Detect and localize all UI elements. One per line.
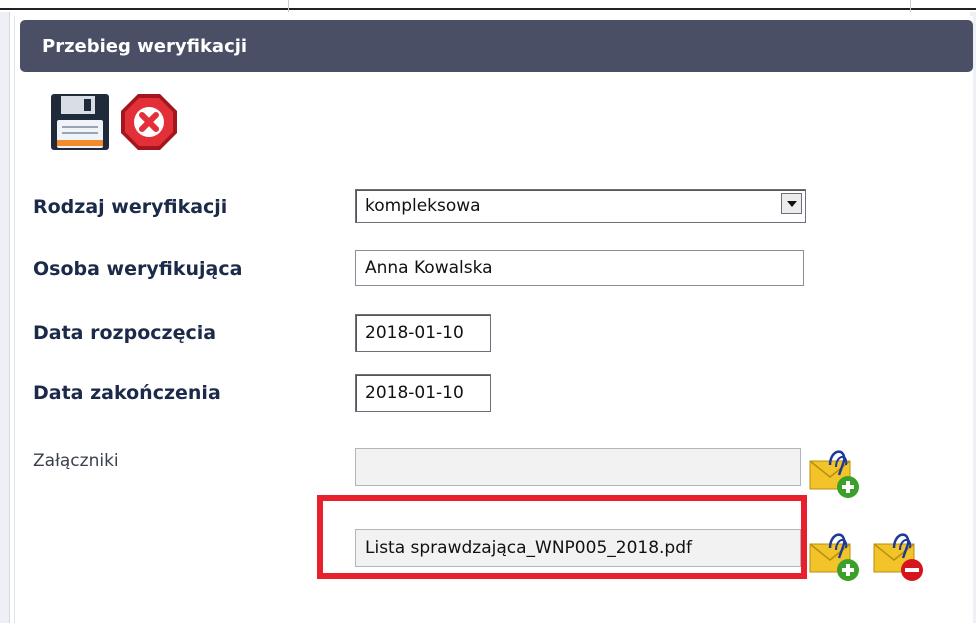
end-date-label: Data zakończenia: [33, 382, 221, 404]
background-grid-line: [288, 0, 289, 12]
verification-type-value: kompleksowa: [365, 196, 481, 216]
background-divider: [0, 8, 976, 10]
add-attachment-button[interactable]: [806, 526, 864, 584]
verifier-label: Osoba weryfikująca: [33, 258, 243, 280]
verifier-field[interactable]: Anna Kowalska: [355, 250, 804, 286]
add-attachment-button[interactable]: [806, 443, 864, 501]
envelope-add-icon: [809, 533, 859, 581]
background-app-strip: [0, 0, 976, 12]
attachment-field[interactable]: [355, 448, 801, 486]
start-date-value: 2018-01-10: [365, 323, 464, 343]
cancel-button[interactable]: [118, 91, 180, 153]
start-date-field[interactable]: 2018-01-10: [355, 314, 491, 352]
background-left-edge: [0, 12, 10, 623]
remove-attachment-button[interactable]: [870, 526, 928, 584]
background-grid-line: [910, 0, 911, 12]
end-date-field[interactable]: 2018-01-10: [355, 374, 491, 412]
verification-type-select[interactable]: kompleksowa: [355, 189, 806, 223]
chevron-down-icon[interactable]: [781, 193, 802, 214]
envelope-add-icon: [809, 450, 859, 498]
attachments-label: Załączniki: [33, 451, 119, 471]
highlight-frame: [317, 495, 807, 579]
verifier-value: Anna Kowalska: [365, 258, 493, 278]
stop-x-icon: [121, 94, 177, 150]
verification-type-label: Rodzaj weryfikacji: [33, 196, 228, 218]
panel-title: Przebieg weryfikacji: [42, 35, 248, 57]
end-date-value: 2018-01-10: [365, 383, 464, 403]
floppy-disk-icon: [51, 94, 109, 150]
panel-header: Przebieg weryfikacji: [20, 20, 973, 72]
start-date-label: Data rozpoczęcia: [33, 322, 217, 344]
save-button[interactable]: [49, 90, 111, 152]
envelope-remove-icon: [873, 533, 923, 581]
